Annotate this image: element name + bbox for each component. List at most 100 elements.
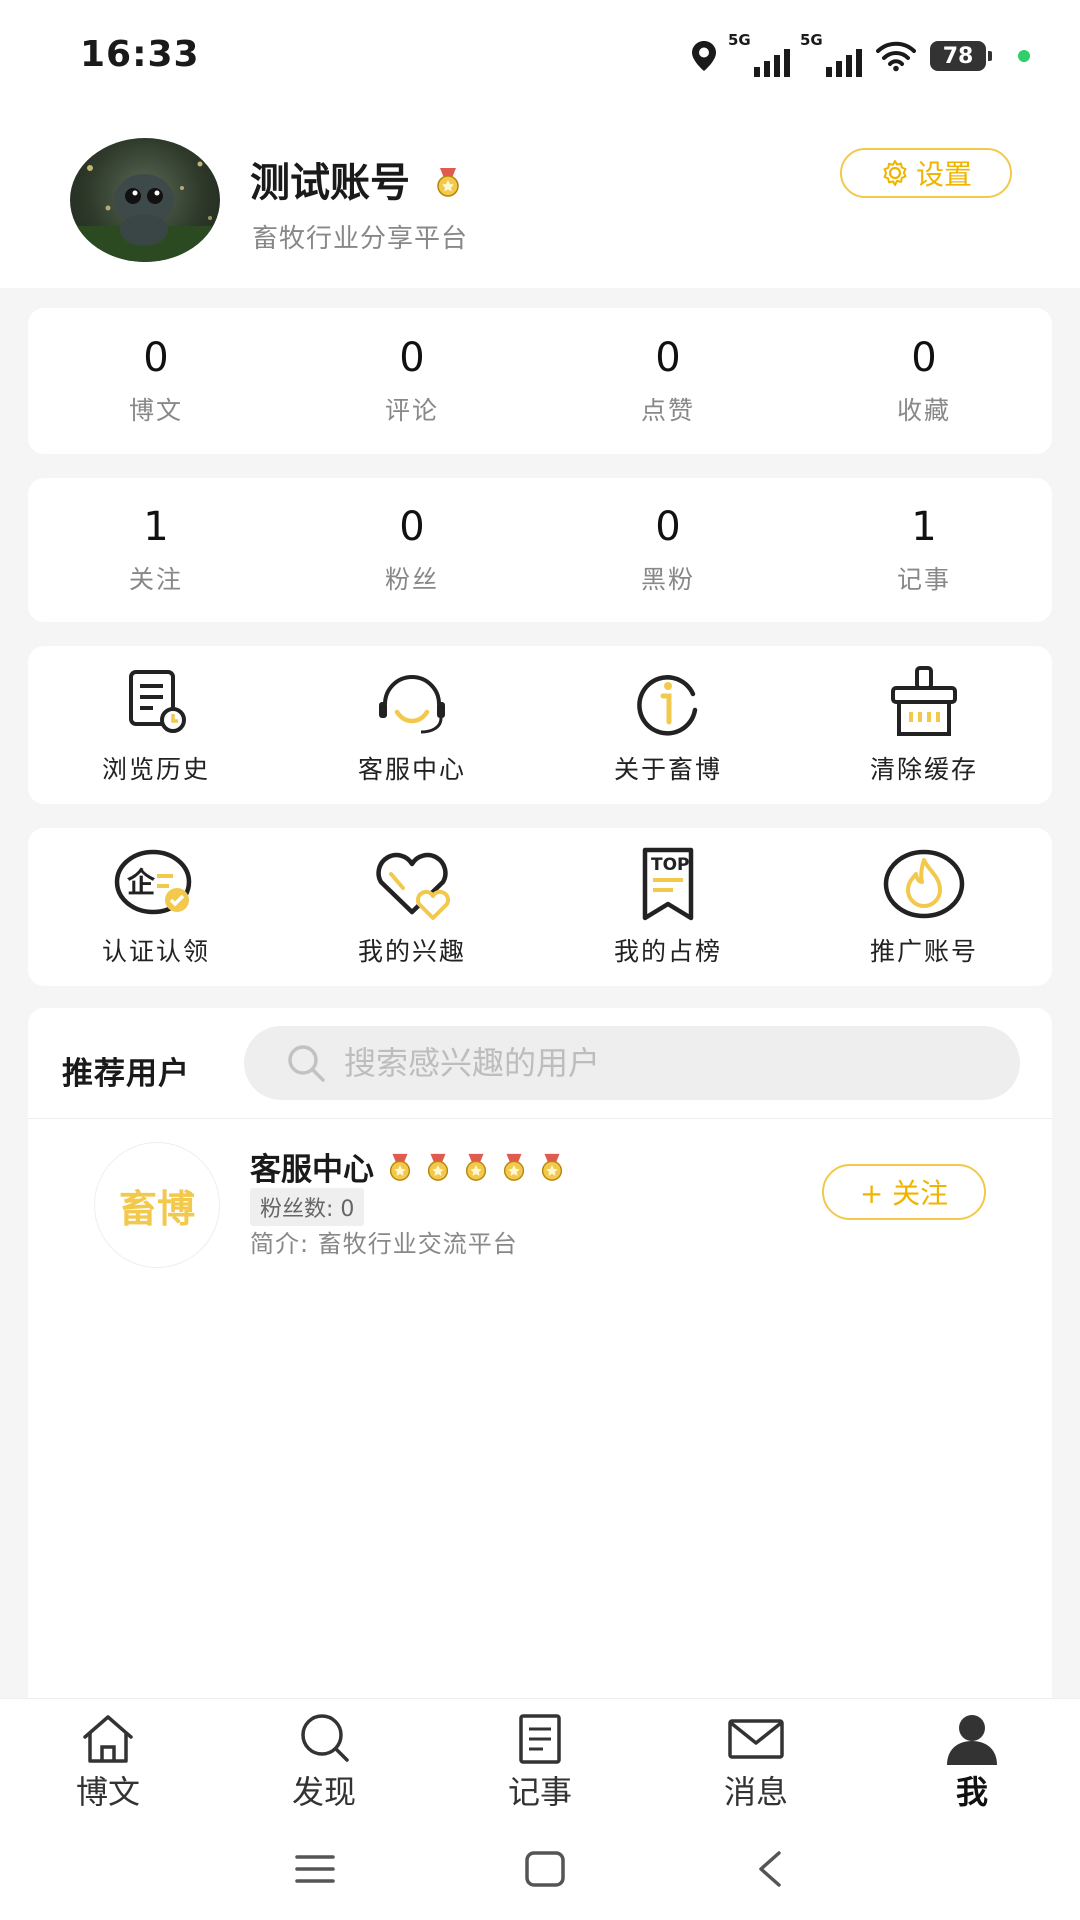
menu-my-interests[interactable]: 我的兴趣 [284,828,540,986]
fans-count-badge: 粉丝数: 0 [250,1188,365,1226]
menu-clear-cache[interactable]: 清除缓存 [796,646,1052,804]
nav-tab-messages[interactable]: 消息 [648,1699,864,1819]
stat-value: 1 [911,504,937,550]
medal-icon [427,1153,449,1181]
user-search-box[interactable] [244,1026,1020,1100]
stat-value: 0 [655,504,681,550]
settings-label: 设置 [915,158,972,191]
menu-my-ranking[interactable]: TOP 我的占榜 [540,828,796,986]
menu-about[interactable]: 关于畜博 [540,646,796,804]
interest-heart-icon [376,852,451,920]
bottom-nav: 博文 发现 记事 消息 我 [0,1698,1080,1819]
settings-button[interactable]: 设置 [840,148,1012,198]
stat-label: 博文 [128,396,183,425]
cellular-signal-icon-2: 5G [800,31,862,77]
home-icon [83,1715,133,1763]
follow-button[interactable]: + 关注 [822,1164,986,1220]
avatar-image [70,161,220,262]
menu-label: 浏览历史 [101,755,210,784]
medal-group [386,1152,566,1182]
menu-card-1: 浏览历史 客服中心 关于畜博 清除缓存 [28,646,1052,804]
status-bar: 16:33 5G 5G 78 [0,0,1080,110]
menu-label: 清除缓存 [869,755,978,784]
stat-antifans[interactable]: 0 黑粉 [540,478,796,622]
recommend-users-card: 推荐用户 畜博 客服中心 粉丝数: 0 简介: 畜牧行业交流平台 + 关注 [28,1008,1052,1698]
stat-following[interactable]: 1 关注 [28,478,284,622]
svg-text:TOP: TOP [651,855,690,875]
stat-value: 0 [399,335,425,381]
menu-browse-history[interactable]: 浏览历史 [28,646,284,804]
cellular-signal-icon: 5G [728,31,790,77]
top-ranking-icon: TOP [642,847,694,921]
stat-value: 0 [399,504,425,550]
wifi-icon [876,41,916,72]
system-navigation-bar [0,1818,1080,1920]
stat-posts[interactable]: 0 博文 [28,308,284,454]
battery-icon: 78 [930,41,992,71]
stat-label: 点赞 [640,396,695,425]
menu-label: 我的兴趣 [357,937,466,966]
nav-tab-discover[interactable]: 发现 [216,1699,432,1819]
location-icon [692,41,716,71]
clear-cache-icon [891,666,957,736]
menu-customer-service[interactable]: 客服中心 [284,646,540,804]
menu-certify[interactable]: 企 认证认领 [28,828,284,986]
menu-promote-account[interactable]: 推广账号 [796,828,1052,986]
menu-label: 我的占榜 [613,937,722,966]
recommend-title: 推荐用户 [62,1056,190,1092]
nav-label: 博文 [75,1773,140,1811]
svg-text:企: 企 [127,866,156,899]
menu-label: 关于畜博 [613,755,722,784]
nav-tab-notes[interactable]: 记事 [432,1699,648,1819]
nav-tab-me[interactable]: 我 [864,1699,1080,1819]
menu-label: 认证认领 [101,937,210,966]
stat-label: 记事 [896,565,951,594]
privacy-dot [1018,50,1030,62]
stat-value: 0 [911,335,937,381]
stat-fans[interactable]: 0 粉丝 [284,478,540,622]
profile-name: 测试账号 [250,150,462,208]
status-time: 16:33 [80,34,200,75]
user-name: 客服中心 [250,1152,374,1188]
stat-label: 关注 [128,565,183,594]
profile-icon [947,1715,997,1765]
stat-label: 粉丝 [384,565,439,594]
medal-icon [541,1153,563,1181]
stat-value: 0 [655,335,681,381]
user-logo[interactable]: 畜博 [94,1142,220,1268]
menu-card-2: 企 认证认领 我的兴趣 TOP 我的占榜 推广账号 [28,828,1052,986]
back-icon[interactable] [753,1849,787,1889]
user-search-input[interactable] [342,1043,946,1083]
certify-icon: 企 [114,849,192,915]
nav-label: 记事 [507,1773,572,1811]
notes-icon [519,1714,561,1764]
mail-icon [728,1719,784,1759]
home-square-icon[interactable] [523,1850,567,1888]
search-icon [288,1045,325,1082]
stats-card-1: 0 博文 0 评论 0 点赞 0 收藏 [28,308,1052,454]
stat-likes[interactable]: 0 点赞 [540,308,796,454]
stat-notes[interactable]: 1 记事 [796,478,1052,622]
stats-card-2: 1 关注 0 粉丝 0 黑粉 1 记事 [28,478,1052,622]
nav-label: 发现 [291,1773,356,1811]
nav-label: 消息 [723,1773,788,1811]
profile-subtitle: 畜牧行业分享平台 [252,224,469,254]
stat-label: 评论 [384,396,439,425]
nav-tab-posts[interactable]: 博文 [0,1699,216,1819]
stat-comments[interactable]: 0 评论 [284,308,540,454]
user-intro: 简介: 畜牧行业交流平台 [250,1230,518,1258]
stat-favorites[interactable]: 0 收藏 [796,308,1052,454]
menu-label: 客服中心 [357,755,466,784]
status-icons: 5G 5G 78 [690,31,1030,78]
menu-icon[interactable] [293,1852,337,1886]
search-icon [301,1714,349,1762]
history-icon [129,670,186,733]
gear-icon [883,160,907,186]
medal-icon [434,162,462,208]
promote-flame-icon [883,849,965,919]
profile-header: 测试账号 畜牧行业分享平台 设置 [0,110,1080,288]
divider [28,1118,1052,1119]
avatar[interactable] [70,138,220,262]
stat-label: 黑粉 [640,565,695,594]
medal-icon [389,1153,411,1181]
